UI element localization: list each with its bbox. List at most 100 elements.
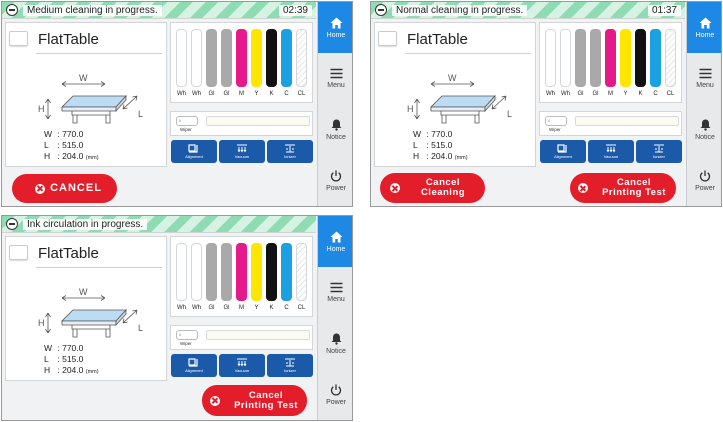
sidebar-item-home[interactable]: Home xyxy=(318,216,352,267)
ink-cartridge-bar xyxy=(191,29,202,87)
dimensions-readout: W : 770.0 L : 515.0 H : 204.0 (mm) xyxy=(44,129,99,164)
ink-cartridge-bar xyxy=(560,29,571,87)
ink-cartridge-label: C xyxy=(653,91,658,97)
ink-cartridge-bar xyxy=(590,29,601,87)
ink-cartridge-label: Gl xyxy=(208,91,215,97)
bell-icon xyxy=(700,119,710,131)
cancel-button[interactable]: CANCEL xyxy=(12,174,117,203)
dim-w-value: : 770.0 xyxy=(57,129,84,139)
wiper-button[interactable]: 0 xyxy=(176,116,198,126)
alignment-icon xyxy=(188,144,198,153)
sidebar-item-notice[interactable]: Notice xyxy=(318,318,352,369)
status-bar: Ink circulation in progress. xyxy=(2,216,316,233)
ink-cartridge-bar xyxy=(206,29,217,87)
close-icon xyxy=(390,183,400,193)
ink-cartridge-bar xyxy=(620,29,631,87)
status-message: Normal cleaning in progress. xyxy=(392,5,528,16)
dim-unit: (mm) xyxy=(454,155,468,161)
ink-cartridge-bar xyxy=(206,243,217,301)
alignment-button[interactable]: Alignment xyxy=(540,140,586,163)
power-icon xyxy=(699,170,711,182)
sidebar-item-power[interactable]: Power xyxy=(318,369,352,420)
ink-cartridge-bar xyxy=(266,243,277,301)
vacuum-button[interactable]: Vacuum xyxy=(588,140,634,163)
ink-levels-panel: Wh Wh Gl Gl M Y K C CL xyxy=(539,22,682,103)
dim-w-key: W xyxy=(413,129,422,139)
ink-cartridge-label: Y xyxy=(254,305,259,311)
sidebar-item-notice[interactable]: Notice xyxy=(687,104,721,155)
dim-h-value: : 204.0 xyxy=(57,365,84,375)
dim-h-key: H xyxy=(413,151,420,161)
cancel-printing-test-button[interactable]: Cancel Printing Test xyxy=(570,173,676,203)
ink-cartridge-label: Wh xyxy=(177,91,186,97)
alignment-label: Alignment xyxy=(185,154,203,159)
sidebar-item-label: Power xyxy=(326,399,346,406)
bell-icon xyxy=(331,333,341,345)
cancel-printing-test-button[interactable]: Cancel Printing Test xyxy=(202,385,307,416)
wiper-label: Wiper xyxy=(549,127,561,132)
wiper-panel: 0 Wiper xyxy=(539,111,682,136)
vacuum-label: Vacuum xyxy=(603,154,619,159)
dim-h-key: H xyxy=(44,151,51,161)
ink-cartridge-label: CL xyxy=(297,305,306,311)
sidebar: Home Menu Notice Power xyxy=(317,2,352,206)
ink-cartridge-label: K xyxy=(269,305,274,311)
ink-cartridge-label: M xyxy=(608,91,613,97)
ionizer-button[interactable]: Ionizer xyxy=(267,140,313,163)
alignment-button[interactable]: Alignment xyxy=(171,140,217,163)
wiper-button[interactable]: 0 xyxy=(545,116,567,126)
sidebar-item-menu[interactable]: Menu xyxy=(318,267,352,318)
table-diagram: W H L xyxy=(38,73,143,124)
ink-cartridge-bar xyxy=(545,29,556,87)
sidebar-item-home[interactable]: Home xyxy=(687,2,721,53)
ionizer-label: Ionizer xyxy=(283,154,296,159)
cancel-button-label: CANCEL xyxy=(50,182,102,194)
dim-unit: (mm) xyxy=(85,155,99,161)
sidebar-item-power[interactable]: Power xyxy=(687,155,721,206)
cancel-cleaning-button[interactable]: Cancel Cleaning xyxy=(380,173,485,203)
length-label: L xyxy=(138,109,143,119)
ionizer-button[interactable]: Ionizer xyxy=(636,140,682,163)
vacuum-button[interactable]: Vacuum xyxy=(219,354,265,377)
vacuum-button[interactable]: Vacuum xyxy=(219,140,265,163)
alignment-button[interactable]: Alignment xyxy=(171,354,217,377)
dim-h-key: H xyxy=(44,365,51,375)
sidebar-item-notice[interactable]: Notice xyxy=(318,104,352,155)
dimensions-readout: W : 770.0 L : 515.0 H : 204.0 (mm) xyxy=(413,129,468,164)
dim-w-key: W xyxy=(44,343,53,353)
alignment-icon xyxy=(188,358,198,367)
title-divider xyxy=(405,53,531,54)
sidebar-item-label: Menu xyxy=(327,296,345,303)
sidebar-item-menu[interactable]: Menu xyxy=(318,53,352,104)
alignment-label: Alignment xyxy=(554,154,572,159)
sidebar-item-home[interactable]: Home xyxy=(318,2,352,53)
ink-cartridge-bar xyxy=(296,29,307,87)
ionizer-button[interactable]: Ionizer xyxy=(267,354,313,377)
ink-cartridge-bar xyxy=(236,243,247,301)
table-thumbnail-icon xyxy=(9,245,28,260)
sidebar-item-power[interactable]: Power xyxy=(318,155,352,206)
ink-levels-panel: Wh Wh Gl Gl M Y K C CL xyxy=(170,236,313,317)
ink-cartridge-bar xyxy=(251,29,262,87)
home-icon xyxy=(699,17,711,29)
wiper-status-bar xyxy=(206,116,310,126)
ink-cartridge-label: Wh xyxy=(177,305,186,311)
status-bar: Normal cleaning in progress. 01:37 xyxy=(371,2,685,19)
ink-cartridge-label: CL xyxy=(666,91,675,97)
table-diagram: W H L xyxy=(407,73,512,124)
height-label: H xyxy=(38,318,45,328)
ink-cartridge-bar xyxy=(665,29,676,87)
width-label: W xyxy=(79,287,88,297)
vacuum-icon xyxy=(606,144,616,153)
ionizer-icon xyxy=(285,144,295,153)
sidebar-item-menu[interactable]: Menu xyxy=(687,53,721,104)
vacuum-label: Vacuum xyxy=(234,154,250,159)
ink-cartridge-label: Wh xyxy=(192,305,201,311)
wiper-button[interactable]: 0 xyxy=(176,330,198,340)
vacuum-icon xyxy=(237,358,247,367)
sidebar-item-label: Menu xyxy=(696,82,714,89)
dim-l-value: : 515.0 xyxy=(57,140,84,150)
status-minus-icon xyxy=(375,4,387,16)
dim-h-value: : 204.0 xyxy=(57,151,84,161)
status-bar: Medium cleaning in progress. 02:39 xyxy=(2,2,316,19)
